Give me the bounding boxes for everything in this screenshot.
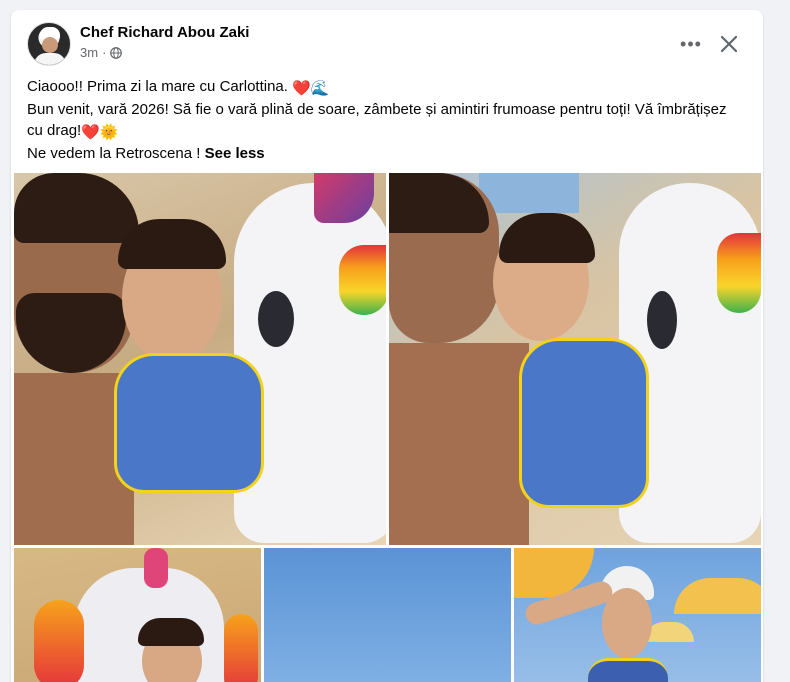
photo-float-wing-right [224,614,258,682]
photo-girl-swimsuit [588,658,668,682]
heart-emoji: ❤️ [292,80,311,97]
photo-girl-hair [499,213,595,263]
post-meta: 3m · [80,45,123,60]
author-name[interactable]: Chef Richard Abou Zaki [80,24,249,41]
photo-rainbow-ear [339,245,386,315]
post-line-4-text: Ne vedem la Retroscena ! [27,145,205,162]
heart-emoji-2: ❤️ [81,124,100,141]
photo-man-body [389,343,529,545]
photo-man-hair [14,173,139,243]
post-line-2: Bun venit, vară 2026! Să fie o vară plin… [27,99,747,120]
see-less-link[interactable]: See less [205,145,265,162]
post-line-2-text: Bun venit, vară 2026! Să fie o vară plin… [27,101,727,118]
photo-unicorn-float [234,183,386,543]
photo-unicorn-eye [258,291,294,347]
wave-emoji: 🌊 [310,80,330,97]
photo-girl-hair [138,618,204,646]
globe-icon [110,46,123,59]
close-icon [720,35,738,53]
photo-float-horn [144,548,168,588]
post-line-4: Ne vedem la Retroscena ! See less [27,143,747,164]
avatar-face [42,37,58,53]
sun-emoji: 🌞 [99,124,119,141]
post-header: Chef Richard Abou Zaki 3m · ••• [11,10,763,72]
post-card: Chef Richard Abou Zaki 3m · ••• Ciaooo!!… [11,10,763,682]
post-time[interactable]: 3m [80,45,98,60]
photo-4[interactable] [264,548,511,682]
more-options-button[interactable]: ••• [673,26,709,62]
photo-girl-swimsuit [519,338,649,508]
photo-unicorn-eye [647,291,677,349]
photo-3[interactable] [14,548,261,682]
post-line-1-text: Ciaooo!! Prima zi la mare cu Carlottina. [27,78,288,95]
post-message: Ciaooo!! Prima zi la mare cu Carlottina.… [27,76,747,164]
photo-man-hair [389,173,489,233]
photo-1[interactable] [14,173,386,545]
photo-5[interactable] [514,548,761,682]
photo-girl-hair [118,219,226,269]
meta-separator: · [102,45,107,60]
photo-2[interactable] [389,173,761,545]
photo-sky [479,173,579,213]
post-line-1: Ciaooo!! Prima zi la mare cu Carlottina.… [27,76,747,99]
photo-girl-swimsuit [114,353,264,493]
avatar-coat [34,53,66,65]
photo-umbrella-right [674,578,761,614]
close-button[interactable] [711,26,747,62]
photo-rainbow-ear [717,233,761,313]
post-line-3-text: cu drag! [27,122,82,139]
post-line-3: cu drag!❤️🌞 [27,120,747,143]
author-avatar[interactable] [27,22,71,66]
more-horizontal-icon: ••• [680,33,702,54]
photo-float-wing-left [34,600,84,682]
